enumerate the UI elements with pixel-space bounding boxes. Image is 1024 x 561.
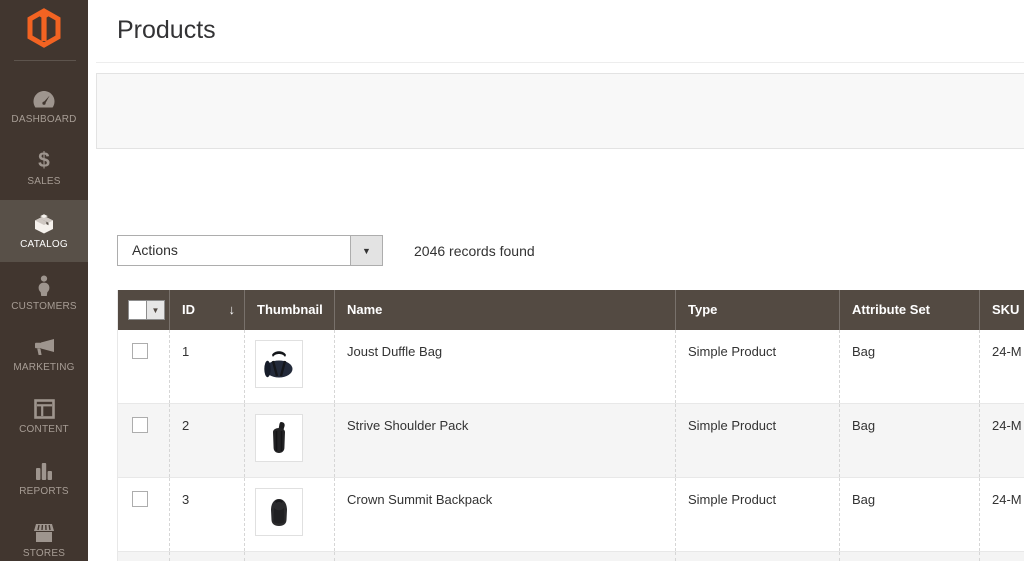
row-checkbox[interactable] (132, 343, 148, 359)
records-found-text: 2046 records found (414, 243, 535, 259)
grid-header-select: ▼ (118, 290, 169, 330)
header-divider (96, 62, 1024, 63)
cell-id: 1 (170, 330, 244, 359)
product-thumbnail[interactable] (255, 488, 303, 536)
select-all-control[interactable]: ▼ (128, 300, 165, 320)
sidebar-item-reports[interactable]: REPORTS (0, 448, 88, 510)
sidebar-item-label: MARKETING (13, 362, 74, 373)
sidebar-item-catalog[interactable]: CATALOG (0, 200, 88, 262)
sidebar-item-sales[interactable]: $ SALES (0, 138, 88, 200)
cell-id: 3 (170, 478, 244, 507)
bar-chart-icon (34, 461, 54, 481)
sidebar-divider (14, 60, 76, 61)
grid-header-row: ▼ ID ↓ Thumbnail Name Type Attribute Set… (118, 290, 1024, 330)
table-row[interactable]: 3 Crown Summit Backpack Simple Product B… (118, 478, 1024, 552)
cell-sku: 24-M (980, 330, 1024, 359)
package-box-icon (33, 213, 55, 234)
table-row[interactable]: 2 Strive Shoulder Pack Simple Product Ba… (118, 404, 1024, 478)
sidebar-menu: DASHBOARD $ SALES CATALOG (0, 76, 88, 561)
chevron-down-icon: ▼ (152, 306, 160, 315)
dashboard-gauge-icon (33, 90, 55, 109)
shoulder-pack-photo (259, 418, 299, 458)
sidebar-item-customers[interactable]: CUSTOMERS (0, 262, 88, 324)
cell-name: Crown Summit Backpack (335, 478, 675, 507)
actions-dropdown-label: Actions (132, 236, 178, 265)
chevron-down-icon[interactable]: ▼ (350, 236, 382, 265)
select-all-dropdown[interactable]: ▼ (147, 300, 165, 320)
table-row-partial (118, 552, 1024, 561)
sidebar-item-label: CONTENT (19, 424, 69, 435)
layout-window-icon (34, 399, 55, 419)
sidebar-item-label: SALES (27, 176, 60, 187)
sidebar-item-label: DASHBOARD (11, 114, 76, 125)
sidebar-item-marketing[interactable]: MARKETING (0, 324, 88, 386)
page-title: Products (117, 16, 216, 45)
table-row[interactable]: 1 Joust Duffle Bag Simple Product Bag 24… (118, 330, 1024, 404)
cell-attribute-set: Bag (840, 478, 979, 507)
cell-type: Simple Product (676, 404, 839, 433)
cell-name: Joust Duffle Bag (335, 330, 675, 359)
grid-header-sku[interactable]: SKU (979, 290, 1024, 330)
cell-type: Simple Product (676, 478, 839, 507)
sidebar-item-label: STORES (23, 548, 65, 559)
select-all-checkbox[interactable] (128, 300, 147, 320)
cell-attribute-set: Bag (840, 404, 979, 433)
product-thumbnail[interactable] (255, 340, 303, 388)
admin-sidebar: DASHBOARD $ SALES CATALOG (0, 0, 88, 561)
sidebar-item-stores[interactable]: STORES (0, 510, 88, 561)
row-checkbox[interactable] (132, 417, 148, 433)
magento-logo-link[interactable] (0, 0, 88, 56)
duffle-bag-photo (259, 344, 299, 384)
actions-dropdown[interactable]: Actions ▼ (117, 235, 383, 266)
sidebar-item-content[interactable]: CONTENT (0, 386, 88, 448)
product-thumbnail[interactable] (255, 414, 303, 462)
magento-logo-icon (27, 8, 61, 53)
megaphone-icon (33, 338, 56, 357)
cell-sku: 24-M (980, 478, 1024, 507)
grid-header-name[interactable]: Name (334, 290, 675, 330)
sidebar-item-label: CATALOG (20, 239, 68, 250)
page-actions-band (96, 73, 1024, 149)
cell-sku: 24-M (980, 404, 1024, 433)
dollar-icon: $ (38, 151, 50, 171)
cell-id: 2 (170, 404, 244, 433)
sidebar-item-label: CUSTOMERS (11, 301, 77, 312)
grid-header-id[interactable]: ID ↓ (169, 290, 244, 330)
sidebar-item-label: REPORTS (19, 486, 69, 497)
grid-header-type[interactable]: Type (675, 290, 839, 330)
storefront-icon (33, 523, 55, 543)
backpack-photo (259, 492, 299, 532)
products-grid: ▼ ID ↓ Thumbnail Name Type Attribute Set… (117, 290, 1024, 561)
person-icon (36, 275, 52, 296)
sidebar-item-dashboard[interactable]: DASHBOARD (0, 76, 88, 138)
row-checkbox[interactable] (132, 491, 148, 507)
grid-header-attribute-set[interactable]: Attribute Set (839, 290, 979, 330)
sort-arrow-icon[interactable]: ↓ (229, 302, 236, 317)
cell-attribute-set: Bag (840, 330, 979, 359)
magento-admin-products-page: DASHBOARD $ SALES CATALOG (0, 0, 1024, 561)
cell-name: Strive Shoulder Pack (335, 404, 675, 433)
cell-type: Simple Product (676, 330, 839, 359)
grid-header-thumbnail[interactable]: Thumbnail (244, 290, 334, 330)
